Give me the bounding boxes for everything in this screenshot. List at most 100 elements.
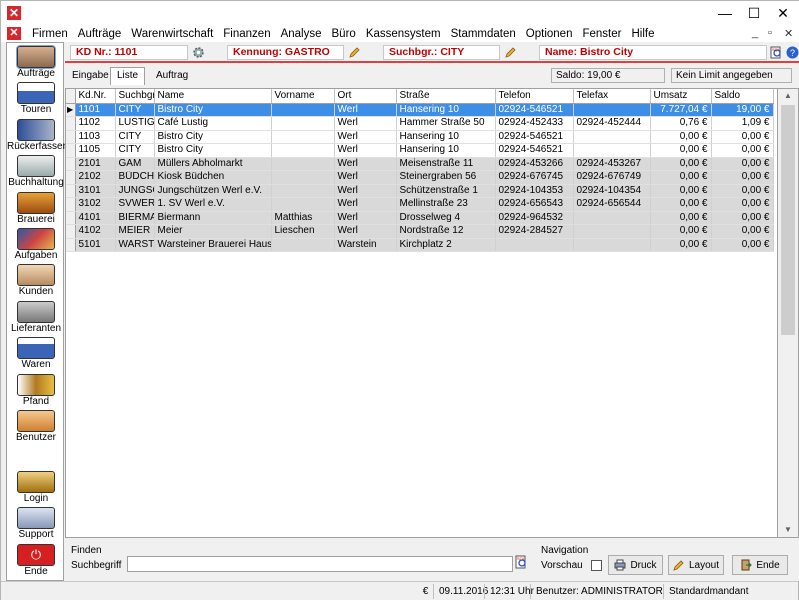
table-cell[interactable]: 02924-452444 (573, 116, 651, 131)
end-button[interactable]: Ende (732, 555, 788, 575)
customer-number-field[interactable]: KD Nr.: 1101 (70, 45, 188, 60)
table-cell[interactable]: 1101 (75, 103, 116, 117)
table-cell[interactable]: Bistro City (154, 143, 272, 158)
sidebar-item-waren[interactable]: Waren (7, 337, 65, 370)
sidebar-item-support[interactable]: Support (7, 507, 65, 540)
table-cell[interactable]: 0,00 € (650, 170, 712, 185)
scroll-thumb[interactable] (781, 105, 795, 335)
table-row[interactable]: ▶ 1101 CITY Bistro City Werl Hansering 10 0292… (66, 103, 774, 117)
mdi-minimize-button[interactable]: _ (752, 27, 758, 39)
table-cell[interactable]: 0,00 € (711, 157, 774, 171)
pencil-icon[interactable] (348, 46, 361, 59)
table-cell[interactable]: BIERMAN (115, 211, 155, 225)
table-cell[interactable]: SVWERL (115, 197, 155, 212)
table-cell[interactable]: Müllers Abholmarkt (154, 157, 272, 171)
sidebar-item-aufgaben[interactable]: Aufgaben (7, 228, 65, 261)
table-cell[interactable] (271, 103, 335, 117)
table-cell[interactable]: 1102 (75, 116, 116, 131)
table-cell[interactable]: Kirchplatz 2 (396, 238, 496, 252)
table-cell[interactable]: Hansering 10 (396, 143, 496, 158)
table-cell[interactable]: Biermann (154, 211, 272, 225)
table-cell[interactable] (271, 157, 335, 171)
sidebar-item-login[interactable]: Login (7, 471, 65, 504)
table-cell[interactable]: 1. SV Werl e.V. (154, 197, 272, 212)
table-cell[interactable]: 0,00 € (711, 184, 774, 198)
table-cell[interactable]: 02924-656543 (495, 197, 574, 212)
table-cell[interactable]: CITY (115, 103, 155, 117)
table-cell[interactable]: 4102 (75, 224, 116, 239)
table-row[interactable]: 3101JUNGSCHJungschützen Werl e.V. WerlSch… (66, 184, 774, 198)
table-cell[interactable]: Werl (334, 197, 397, 212)
table-cell[interactable]: Schützenstraße 1 (396, 184, 496, 198)
sidebar-item-rueckerfassen[interactable]: Rückerfassen (7, 119, 68, 152)
search-document-icon[interactable]: SQL (515, 555, 528, 569)
sidebar-item-buchhaltung[interactable]: Buchhaltung (7, 155, 65, 188)
table-cell[interactable]: WARSTE (115, 238, 155, 252)
table-cell[interactable]: 0,00 € (711, 130, 774, 144)
table-cell[interactable]: Drosselweg 4 (396, 211, 496, 225)
table-cell[interactable]: Bistro City (154, 103, 272, 117)
table-cell[interactable] (271, 197, 335, 212)
sidebar-item-lieferanten[interactable]: Lieferanten (7, 301, 65, 334)
table-cell[interactable]: 1105 (75, 143, 116, 158)
table-cell[interactable] (495, 238, 574, 252)
table-cell[interactable]: Café Lustig (154, 116, 272, 131)
table-cell[interactable]: Meier (154, 224, 272, 239)
row-indicator[interactable] (66, 224, 76, 239)
scroll-down-arrow-icon[interactable]: ▼ (778, 523, 798, 537)
table-cell[interactable]: 02924-964532 (495, 211, 574, 225)
sidebar-item-benutzer[interactable]: Benutzer (7, 410, 65, 443)
table-cell[interactable]: Werl (334, 103, 397, 117)
table-row[interactable]: 1103 CITY Bistro City Werl Hansering 10 02924… (66, 130, 774, 144)
table-cell[interactable]: GAM (115, 157, 155, 171)
menu-firmen[interactable]: Firmen (27, 28, 73, 40)
search-input[interactable] (127, 556, 513, 572)
table-row[interactable]: 4102 MEIER Meier Lieschen Werl Nordstraße 12 0… (66, 224, 774, 239)
vertical-scrollbar[interactable]: ▲ ▼ (777, 88, 799, 538)
gear-icon[interactable] (192, 46, 205, 59)
table-cell[interactable]: Hansering 10 (396, 130, 496, 144)
table-cell[interactable]: 4101 (75, 211, 116, 225)
table-cell[interactable]: 02924-546521 (495, 103, 574, 117)
search-group-field[interactable]: Suchbgr.: CITY (383, 45, 500, 60)
table-cell[interactable]: Warstein (334, 238, 397, 252)
table-cell[interactable] (573, 224, 651, 239)
table-cell[interactable]: Werl (334, 170, 397, 185)
table-cell[interactable]: Werl (334, 224, 397, 239)
table-cell[interactable]: 0,00 € (650, 143, 712, 158)
sidebar-item-ende[interactable]: ⏻ Ende (7, 544, 65, 577)
table-cell[interactable]: 0,00 € (650, 224, 712, 239)
table-cell[interactable]: Nordstraße 12 (396, 224, 496, 239)
sidebar-item-pfand[interactable]: Pfand (7, 374, 65, 407)
current-row-indicator[interactable]: ▶ (66, 103, 76, 117)
column-header[interactable]: Umsatz (650, 89, 712, 104)
table-cell[interactable]: Werl (334, 130, 397, 144)
table-row[interactable]: 1105 CITY Bistro City Werl Hansering 10 02924… (66, 143, 774, 158)
table-cell[interactable]: Meisenstraße 11 (396, 157, 496, 171)
table-cell[interactable]: 1103 (75, 130, 116, 144)
menu-hilfe[interactable]: Hilfe (626, 28, 659, 40)
print-button[interactable]: Druck (608, 555, 663, 575)
minimize-button[interactable]: — (710, 1, 740, 25)
menu-analyse[interactable]: Analyse (276, 28, 327, 40)
table-cell[interactable]: 0,00 € (711, 224, 774, 239)
table-cell[interactable]: Werl (334, 184, 397, 198)
table-cell[interactable]: Warsteiner Brauerei Haus Cram (154, 238, 272, 252)
table-cell[interactable]: 02924-656544 (573, 197, 651, 212)
row-indicator[interactable] (66, 238, 76, 252)
menu-warenwirtschaft[interactable]: Warenwirtschaft (126, 28, 218, 40)
table-cell[interactable]: 0,00 € (711, 238, 774, 252)
table-cell[interactable]: Kiosk Büdchen (154, 170, 272, 185)
table-cell[interactable]: 02924-452433 (495, 116, 574, 131)
mdi-restore-button[interactable]: ▫ (768, 27, 772, 39)
table-cell[interactable]: 3101 (75, 184, 116, 198)
table-cell[interactable]: JUNGSCH (115, 184, 155, 198)
scroll-up-arrow-icon[interactable]: ▲ (778, 89, 798, 103)
row-indicator[interactable] (66, 170, 76, 185)
table-cell[interactable]: 7.727,04 € (650, 103, 712, 117)
table-cell[interactable] (271, 238, 335, 252)
table-cell[interactable]: 3102 (75, 197, 116, 212)
row-indicator[interactable] (66, 157, 76, 171)
pencil-icon[interactable] (504, 46, 517, 59)
mdi-close-button[interactable]: ✕ (784, 27, 793, 40)
